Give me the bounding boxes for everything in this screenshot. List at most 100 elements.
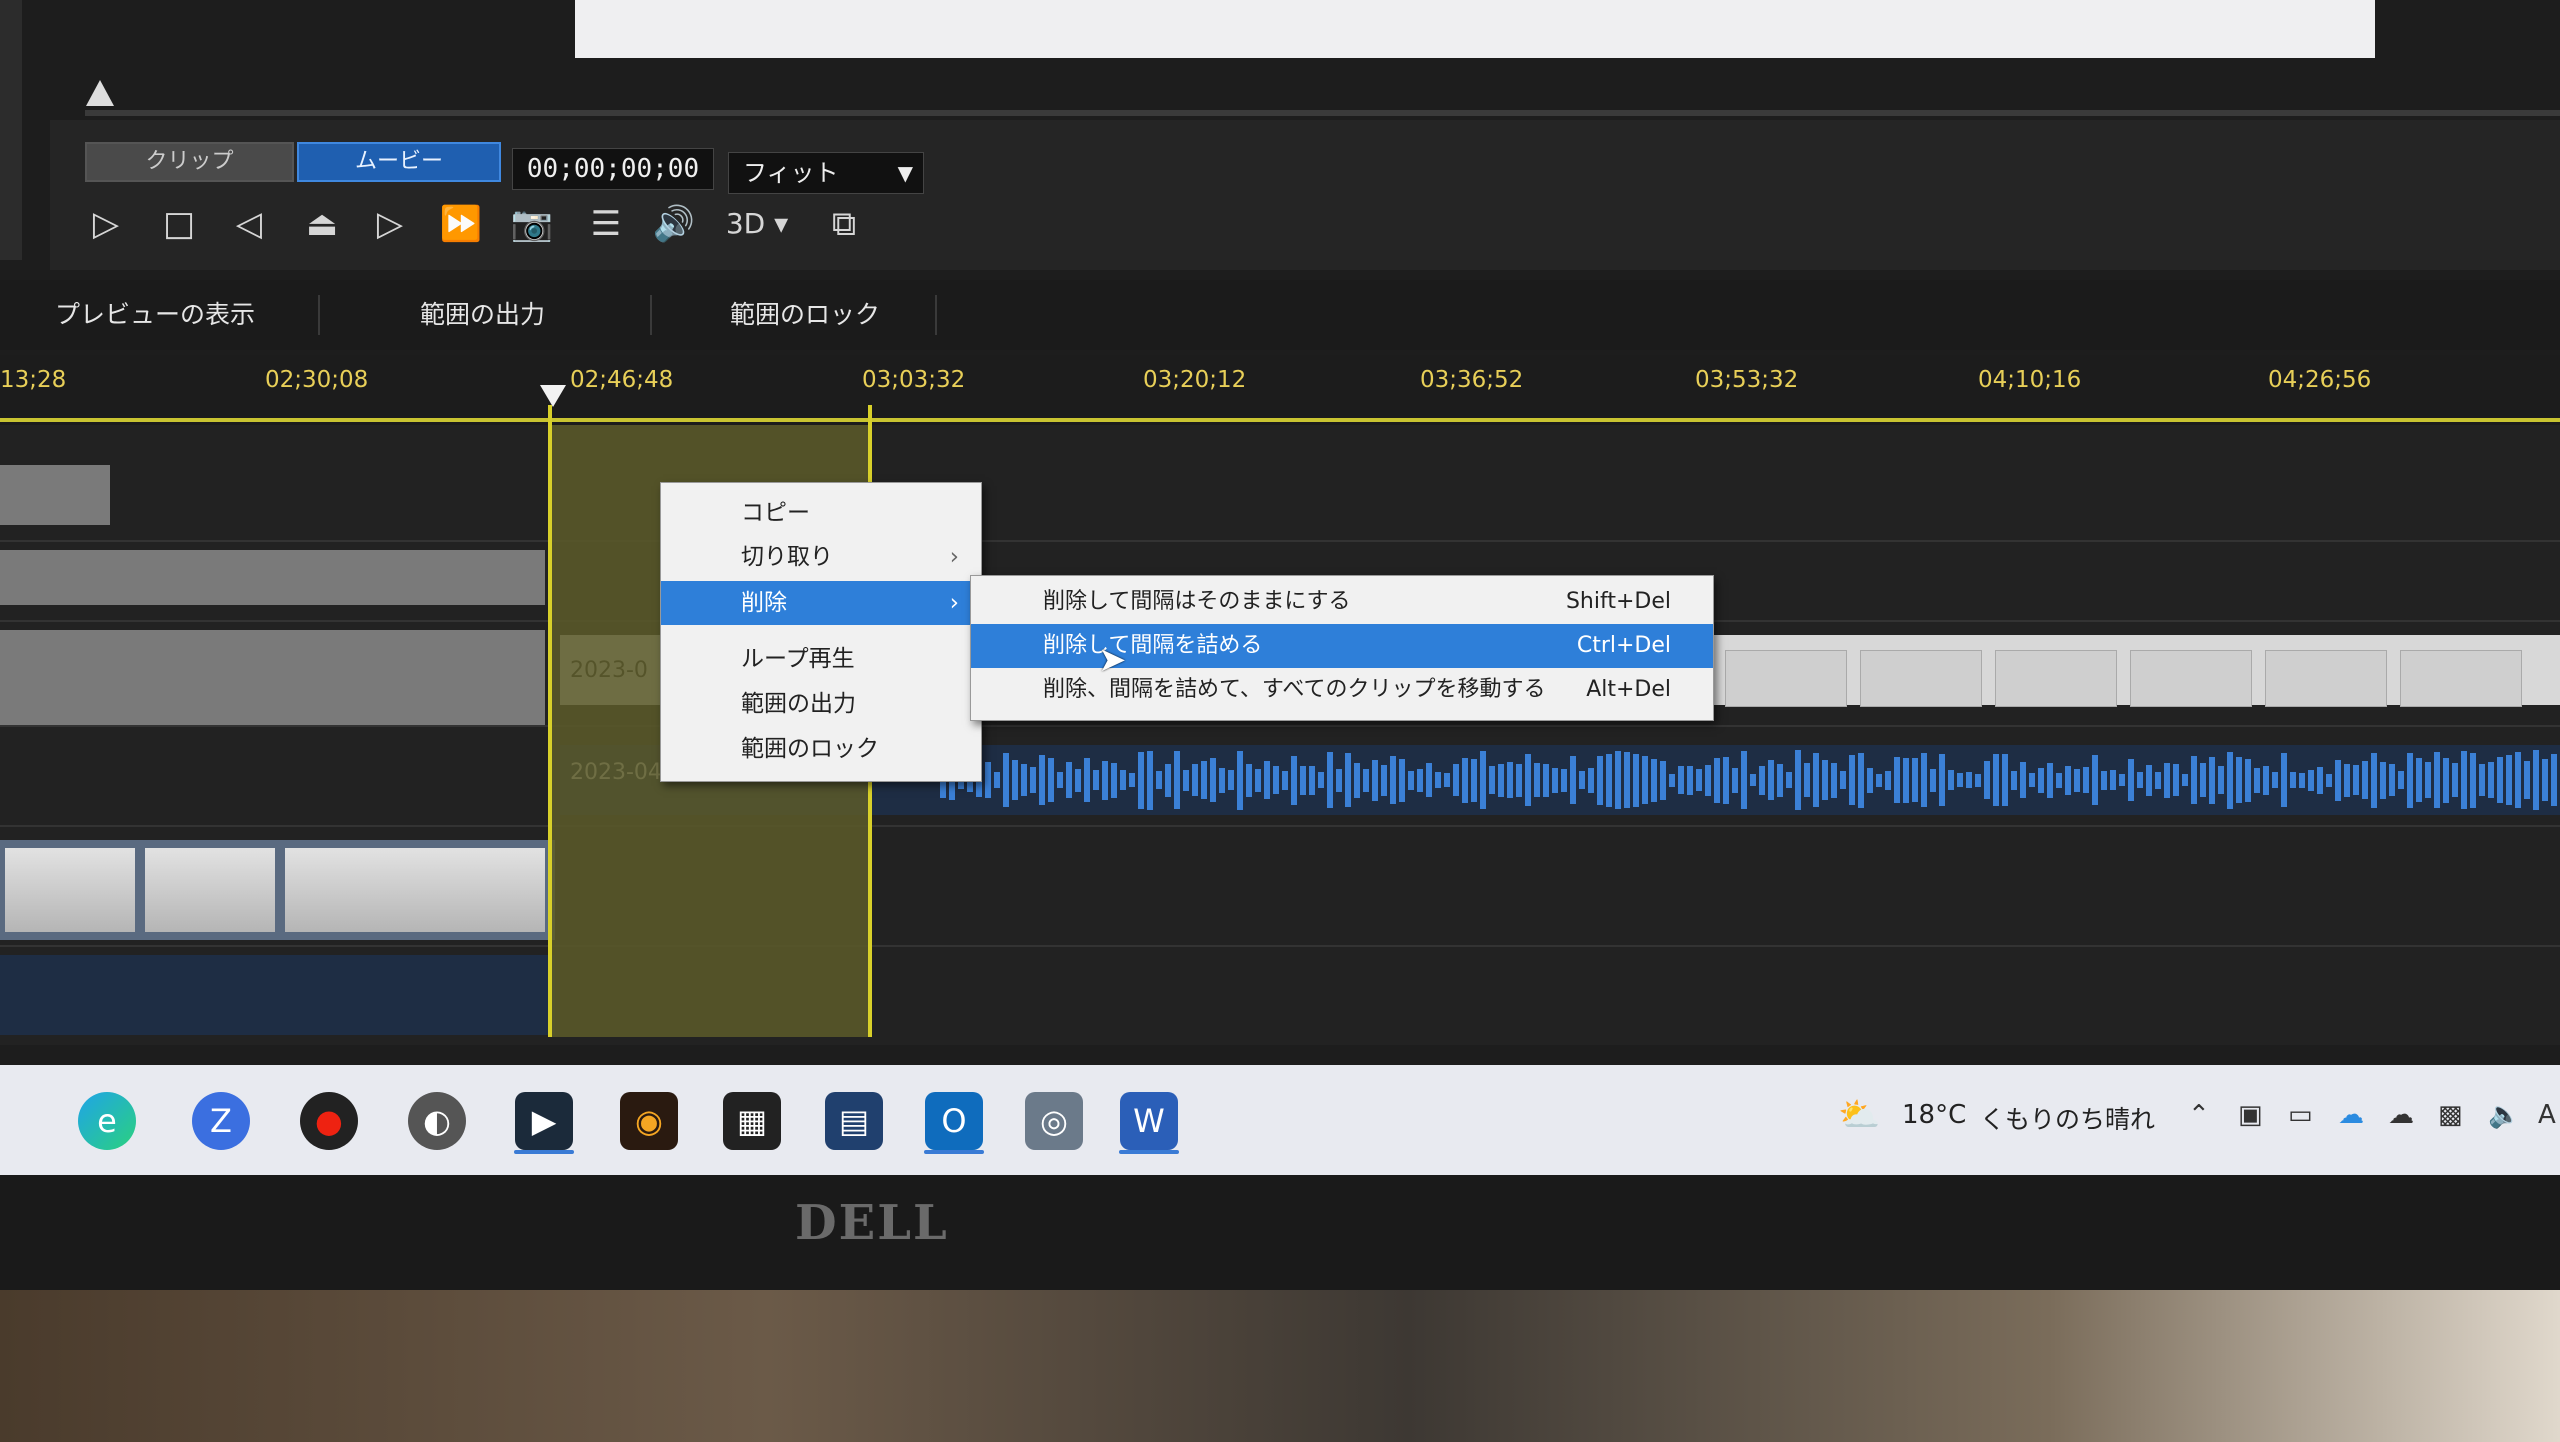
menu-item-range-output[interactable]: 範囲の出力 (661, 682, 981, 726)
chevron-up-icon[interactable]: ⌃ (2188, 1100, 2210, 1130)
ruler-tick-label: 03;03;32 (862, 367, 966, 393)
ruler-tick-label: 02;30;08 (265, 367, 369, 393)
aperture-app-icon[interactable]: ◐ (408, 1092, 466, 1150)
waveform-bar (2173, 764, 2179, 796)
word-icon[interactable]: W (1120, 1092, 1178, 1150)
preview-display-button[interactable]: プレビューの表示 (55, 295, 255, 331)
mouse-cursor-icon: ➤ (1098, 640, 1127, 680)
menu-item-range-lock[interactable]: 範囲のロック (661, 727, 981, 771)
menu-item-copy[interactable]: コピー (661, 491, 981, 535)
zoom-fit-select[interactable]: フィット ▼ (728, 152, 924, 194)
onedrive-icon[interactable]: ☁ (2338, 1100, 2364, 1130)
waveform-bar (2434, 752, 2440, 808)
waveform-bar (1687, 765, 1693, 795)
play-icon[interactable]: ▷ (82, 200, 130, 248)
clip-block[interactable] (0, 465, 110, 525)
range-start-marker[interactable] (548, 405, 552, 1037)
weather-cloudy-icon[interactable]: ⛅ (1838, 1095, 1884, 1135)
waveform-bar (1732, 767, 1738, 793)
waveform-bar (1192, 764, 1198, 796)
waveform-bar (1219, 767, 1225, 793)
waveform-bar (2110, 770, 2116, 790)
ruler-tick-label: 03;36;52 (1420, 367, 1524, 393)
next-frame-icon[interactable]: ▷ (366, 200, 414, 248)
ruler-tick-label: 03;20;12 (1143, 367, 1247, 393)
external-window-icon[interactable]: ⧉ (820, 200, 868, 248)
clip-block[interactable] (0, 630, 545, 725)
camera-icon[interactable]: ◎ (1025, 1092, 1083, 1150)
waveform-bar (2326, 773, 2332, 787)
z-app-icon[interactable]: Z (192, 1092, 250, 1150)
waveform-bar (2371, 752, 2377, 808)
waveform-bar (2092, 755, 2098, 805)
tab-clip[interactable]: クリップ (85, 142, 294, 182)
device-icon[interactable]: ▣ (2238, 1100, 2263, 1130)
waveform-bar (2047, 762, 2053, 798)
vertical-scrollbar[interactable] (0, 0, 22, 260)
ruler-tick-label: 02;46;48 (570, 367, 674, 393)
mark-in-icon[interactable]: ⏏ (298, 200, 346, 248)
waveform-bar (1885, 770, 1891, 790)
chevron-right-icon: › (949, 590, 959, 616)
timecode-display[interactable]: 00;00;00;00 (512, 148, 714, 190)
waveform-bar (1228, 770, 1234, 790)
edge-browser-icon[interactable]: e (78, 1092, 136, 1150)
photo-app-icon[interactable]: ▦ (723, 1092, 781, 1150)
divider (318, 295, 320, 335)
waveform-bar (2191, 756, 2197, 804)
waveform-bar (1831, 762, 1837, 798)
volume-icon[interactable]: 🔊 (650, 200, 698, 248)
waveform-bar (1336, 768, 1342, 792)
waveform-bar (2290, 772, 2296, 788)
previous-frame-icon[interactable]: ◁ (225, 200, 273, 248)
ruler-tick-label: 03;53;32 (1695, 367, 1799, 393)
menu-item-delete[interactable]: 削除 › (661, 581, 981, 625)
3d-mode-button[interactable]: 3D ▾ (722, 200, 792, 248)
waveform-bar (2281, 753, 2287, 807)
waveform-bar (2020, 762, 2026, 798)
waveform-bar (1930, 768, 1936, 792)
submenu-item-delete-close-gap[interactable]: 削除して間隔を詰める Ctrl+Del (971, 624, 1713, 668)
waveform-bar (2074, 768, 2080, 792)
stop-icon[interactable]: □ (155, 200, 203, 248)
waveform-bar (1822, 760, 1828, 800)
clip-block[interactable] (0, 550, 545, 605)
submenu-item-delete-ripple-all[interactable]: 削除、間隔を詰めて、すべてのクリップを移動する Alt+Del (971, 668, 1713, 712)
scrub-handle-icon[interactable] (86, 80, 114, 106)
weather-temperature[interactable]: 18°C (1902, 1100, 1966, 1130)
record-icon[interactable]: ● (300, 1092, 358, 1150)
camera-snapshot-icon[interactable]: 📷 (508, 200, 556, 248)
range-output-button[interactable]: 範囲の出力 (420, 295, 545, 331)
divider (935, 295, 937, 335)
submenu-item-delete-keep-gap[interactable]: 削除して間隔はそのままにする Shift+Del (971, 580, 1713, 624)
menu-item-loop-play[interactable]: ループ再生 (661, 637, 981, 681)
waveform-bar (1480, 751, 1486, 809)
fast-forward-icon[interactable]: ⏩ (437, 200, 485, 248)
outlook-icon[interactable]: O (925, 1092, 983, 1150)
video-editor-icon[interactable]: ▶ (515, 1092, 573, 1150)
range-lock-button[interactable]: 範囲のロック (730, 295, 880, 331)
waveform-bar (1849, 755, 1855, 805)
shortcut-label: Ctrl+Del (1576, 633, 1671, 658)
waveform-bar (1741, 751, 1747, 809)
ime-indicator[interactable]: A (2538, 1100, 2556, 1130)
preview-scrub-bar[interactable] (85, 110, 2560, 116)
photos-icon[interactable]: ▤ (825, 1092, 883, 1150)
video-thumbnail (285, 848, 415, 932)
waveform-bar (1804, 763, 1810, 797)
director-app-icon[interactable]: ◉ (620, 1092, 678, 1150)
tab-movie[interactable]: ムービー (297, 142, 501, 182)
weather-description[interactable]: くもりのち晴れ (1980, 1100, 2155, 1136)
cloud-icon[interactable]: ☁ (2388, 1100, 2414, 1130)
waveform-bar (1759, 765, 1765, 795)
audio-clip[interactable] (0, 955, 555, 1035)
timeline-ruler[interactable] (0, 355, 2560, 425)
menu-item-cut[interactable]: 切り取り › (661, 535, 981, 579)
waveform-bar (1840, 771, 1846, 789)
list-icon[interactable]: ☰ (582, 200, 630, 248)
playhead-icon[interactable] (540, 385, 566, 407)
preview-frame (575, 0, 2375, 58)
volume-icon[interactable]: 🔈 (2488, 1100, 2520, 1130)
network-icon[interactable]: ▩ (2438, 1100, 2463, 1130)
display-icon[interactable]: ▭ (2288, 1100, 2313, 1130)
